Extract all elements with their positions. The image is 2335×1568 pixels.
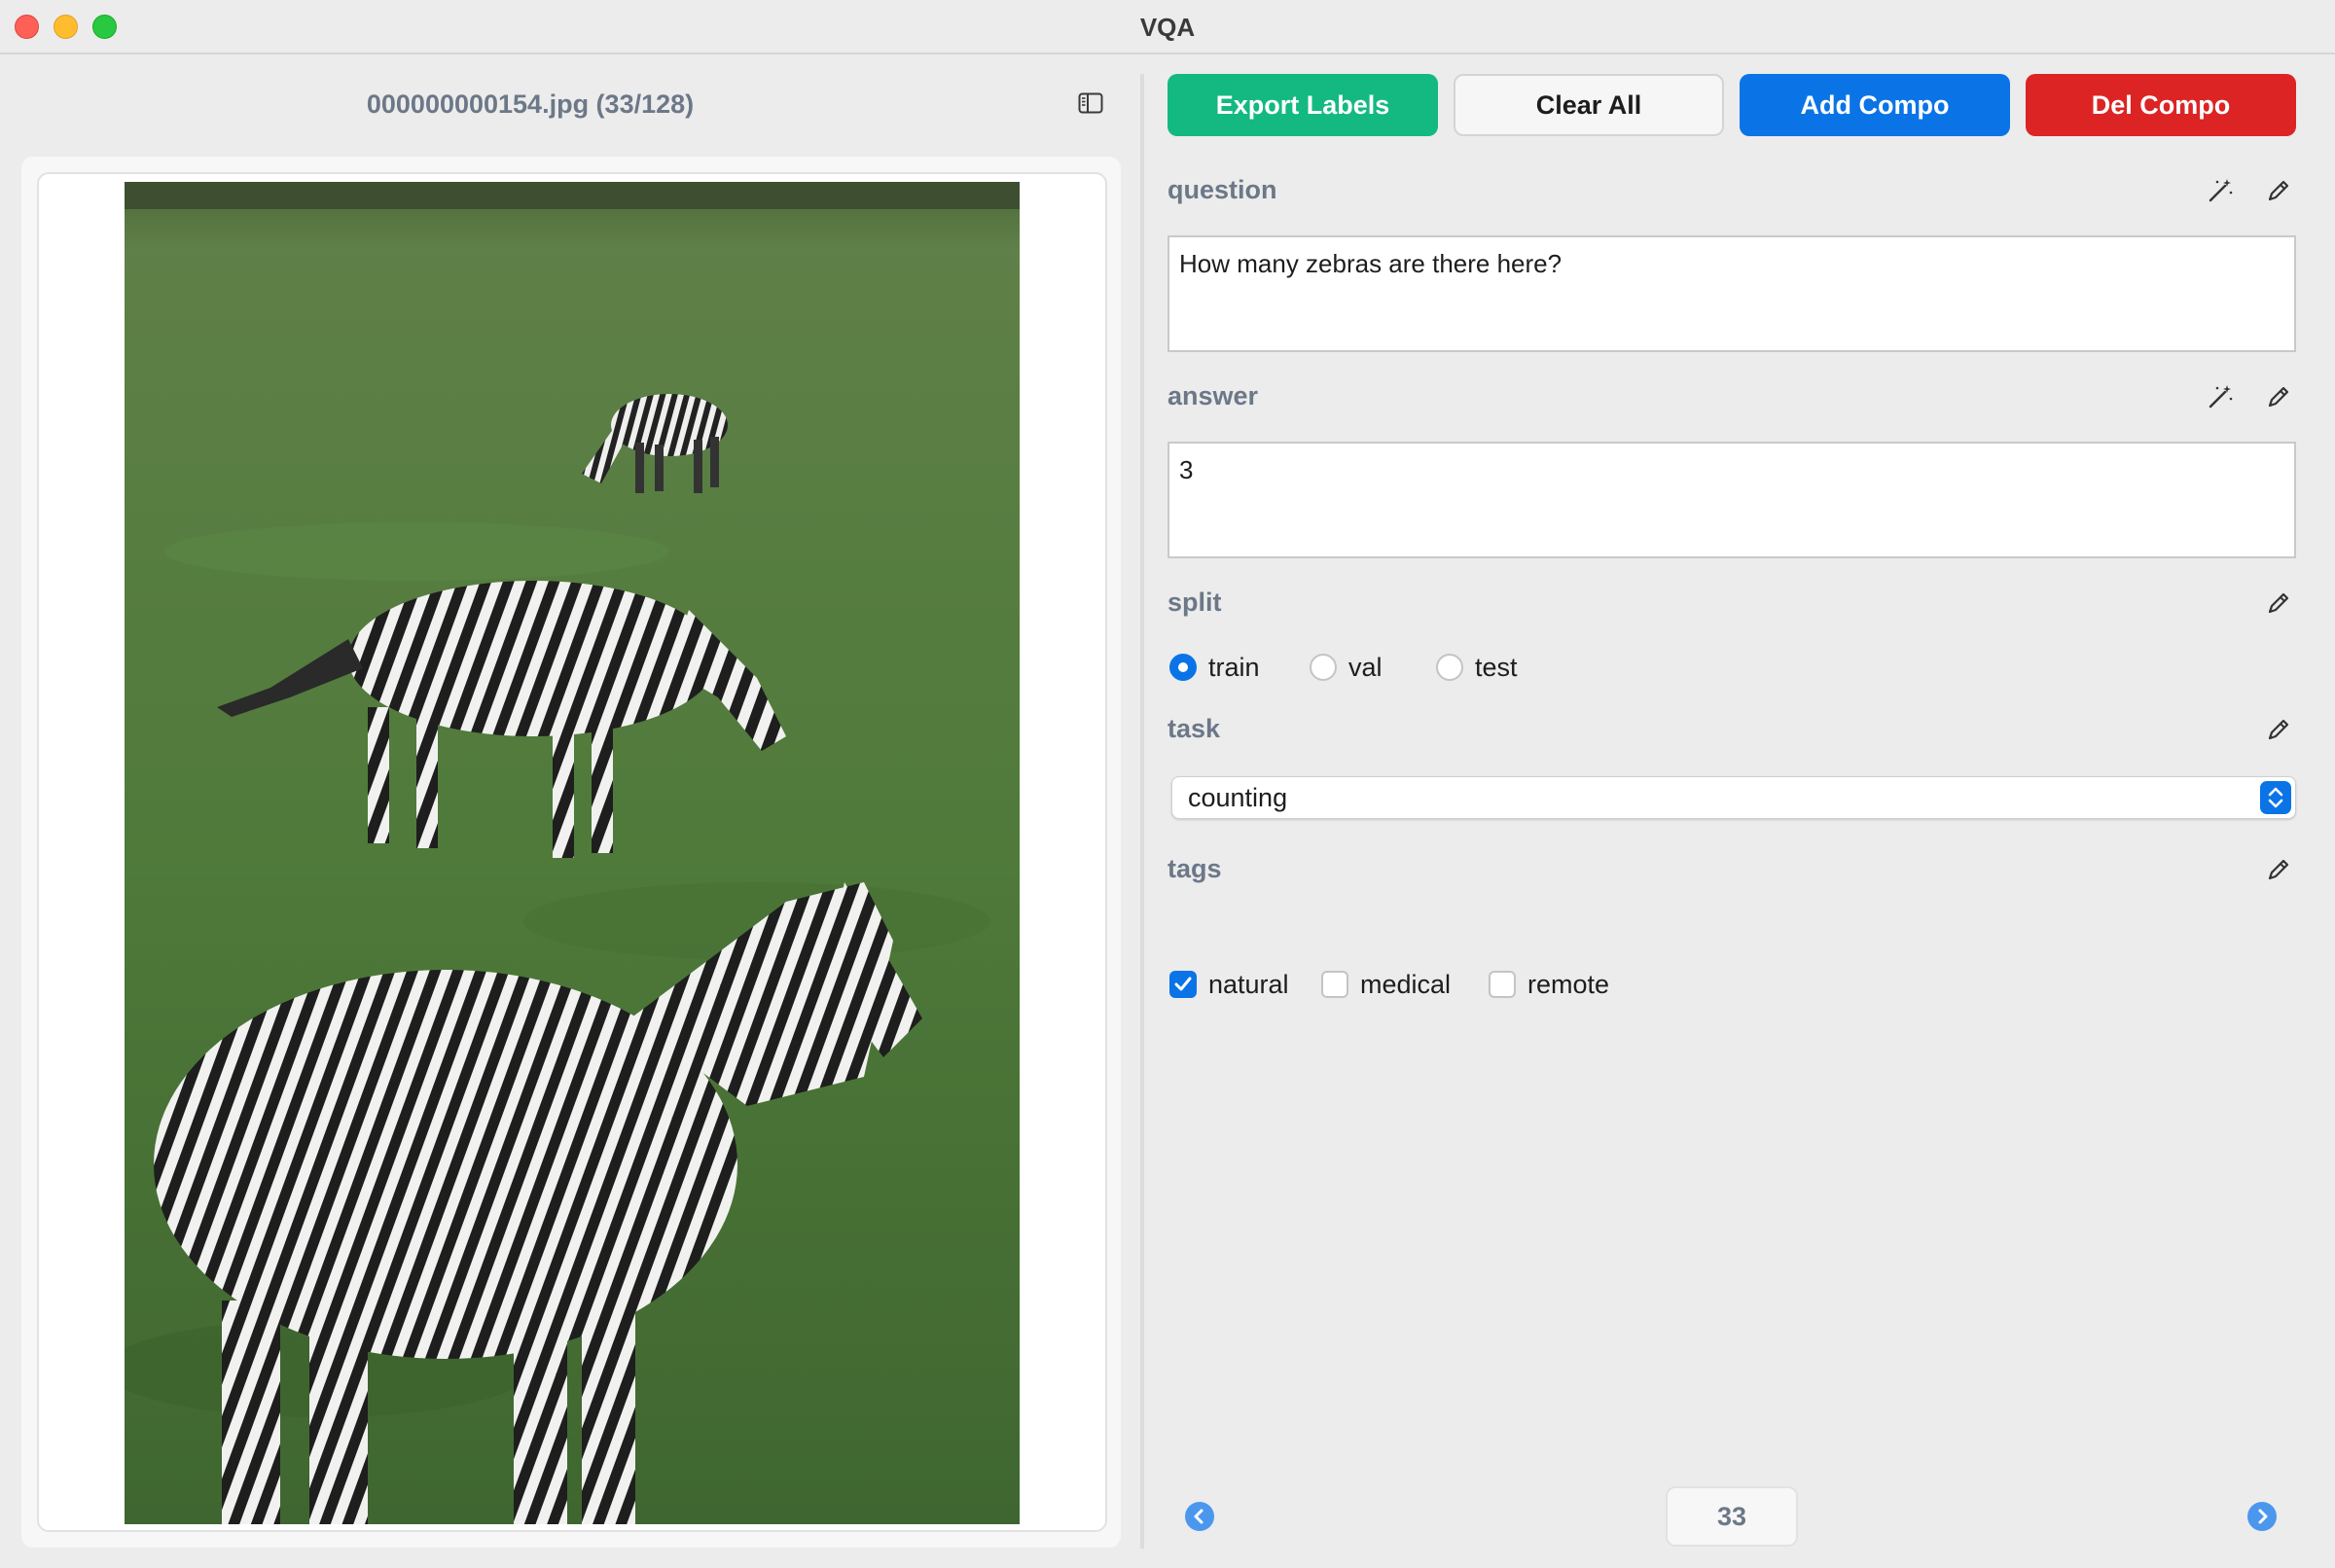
annotation-panel: Export Labels Clear All Add Compo Del Co…: [1144, 56, 2335, 1568]
pencil-icon[interactable]: [2263, 381, 2294, 412]
answer-textarea[interactable]: 3: [1168, 442, 2296, 558]
radio-button[interactable]: [1169, 654, 1197, 681]
question-textarea[interactable]: How many zebras are there here?: [1168, 235, 2296, 352]
chevron-right-icon[interactable]: [2247, 1502, 2277, 1531]
checkbox[interactable]: [1169, 971, 1197, 998]
add-compo-button[interactable]: Add Compo: [1740, 74, 2010, 136]
select-updown-icon: [2260, 781, 2291, 814]
pencil-icon[interactable]: [2263, 854, 2294, 885]
pencil-icon[interactable]: [2263, 714, 2294, 745]
image-viewer-panel: 000000000154.jpg (33/128): [0, 56, 1140, 1568]
split-option-train[interactable]: train: [1169, 648, 1260, 687]
pencil-icon[interactable]: [2263, 175, 2294, 206]
clear-all-button[interactable]: Clear All: [1454, 74, 1724, 136]
checkbox-label: medical: [1360, 969, 1452, 999]
magic-wand-icon[interactable]: [2205, 381, 2236, 412]
split-option-test[interactable]: test: [1436, 648, 1518, 687]
export-labels-button[interactable]: Export Labels: [1168, 74, 1438, 136]
task-selected-value: counting: [1188, 783, 1288, 812]
split-label: split: [1168, 588, 1222, 617]
radio-label: test: [1475, 652, 1518, 682]
chevron-left-icon[interactable]: [1185, 1502, 1214, 1531]
tag-option-remote[interactable]: remote: [1489, 965, 1609, 1004]
file-title: 000000000154.jpg (33/128): [366, 89, 695, 119]
task-label: task: [1168, 714, 1221, 743]
checkbox-label: natural: [1208, 969, 1289, 999]
pencil-icon[interactable]: [2263, 588, 2294, 619]
answer-label: answer: [1168, 381, 1259, 410]
image-card: [21, 157, 1121, 1548]
tag-option-medical[interactable]: medical: [1321, 965, 1451, 1004]
checkbox[interactable]: [1321, 971, 1348, 998]
radio-button[interactable]: [1436, 654, 1463, 681]
image-frame: [37, 172, 1107, 1532]
radio-button[interactable]: [1310, 654, 1337, 681]
task-select[interactable]: counting: [1171, 776, 2296, 819]
radio-label: train: [1208, 652, 1260, 682]
title-bar: VQA: [0, 0, 2335, 54]
checkmark-icon: [1174, 977, 1192, 991]
tag-option-natural[interactable]: natural: [1169, 965, 1289, 1004]
checkbox-label: remote: [1527, 969, 1610, 999]
sidebar-toggle-icon[interactable]: [1078, 92, 1103, 114]
radio-label: val: [1348, 652, 1383, 682]
page-number-input[interactable]: 33: [1666, 1486, 1798, 1547]
tags-label: tags: [1168, 854, 1222, 883]
checkbox[interactable]: [1489, 971, 1516, 998]
magic-wand-icon[interactable]: [2205, 175, 2236, 206]
window-title: VQA: [1139, 13, 1196, 42]
split-option-val[interactable]: val: [1310, 648, 1383, 687]
del-compo-button[interactable]: Del Compo: [2026, 74, 2296, 136]
zebra-photo: [125, 182, 1020, 1524]
question-label: question: [1168, 175, 1277, 204]
